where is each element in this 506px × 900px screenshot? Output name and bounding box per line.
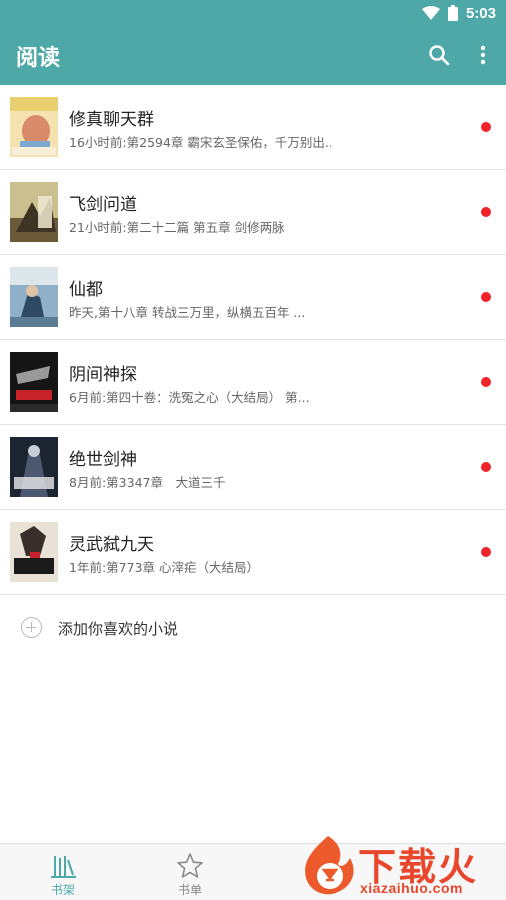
book-latest-chapter: 6月前:第四十卷：洗冤之心（大结局） 第...: [69, 390, 310, 405]
add-circle-icon: [21, 617, 42, 638]
book-cover: [10, 267, 58, 327]
book-latest-chapter: 21小时前:第二十二篇 第五章 剑修两脉: [69, 220, 285, 235]
book-row[interactable]: 绝世剑神 8月前:第3347章 大道三千: [0, 425, 506, 510]
app-title: 阅读: [16, 46, 61, 71]
add-book-label: 添加你喜欢的小说: [58, 620, 179, 638]
battery-icon: [447, 5, 458, 21]
bookshelf-icon: [51, 856, 76, 878]
tab-booklist-label: 书单: [177, 883, 202, 897]
more-vert-icon: [480, 45, 486, 65]
star-icon: [177, 853, 203, 878]
book-row[interactable]: 飞剑问道 21小时前:第二十二篇 第五章 剑修两脉: [0, 170, 506, 255]
book-title: 绝世剑神: [69, 450, 137, 470]
tab-booklist[interactable]: 书单: [127, 844, 253, 900]
book-cover: [10, 522, 58, 582]
unread-indicator: [481, 122, 491, 132]
book-latest-chapter: 16小时前:第2594章 霸宋玄圣保佑，千万别出...: [69, 135, 331, 150]
add-book-button[interactable]: 添加你喜欢的小说: [0, 596, 506, 660]
bookshelf-list: 修真聊天群 16小时前:第2594章 霸宋玄圣保佑，千万别出... 飞剑问道 2…: [0, 85, 506, 595]
search-button[interactable]: [424, 40, 454, 70]
book-row[interactable]: 阴间神探 6月前:第四十卷：洗冤之心（大结局） 第...: [0, 340, 506, 425]
book-title: 仙都: [69, 280, 103, 300]
book-title: 阴间神探: [69, 365, 137, 385]
book-latest-chapter: 1年前:第773章 心滓疟（大结局）: [69, 560, 259, 575]
unread-indicator: [481, 547, 491, 557]
book-cover: [10, 352, 58, 412]
tab-bookshelf[interactable]: 书架: [0, 844, 126, 900]
status-bar: 5:03: [0, 0, 506, 26]
unread-indicator: [481, 207, 491, 217]
book-cover: [10, 97, 58, 157]
unread-indicator: [481, 292, 491, 302]
wifi-icon: [421, 6, 440, 20]
book-cover: [10, 437, 58, 497]
unread-indicator: [481, 377, 491, 387]
more-options-button[interactable]: [468, 40, 498, 70]
status-time: 5:03: [465, 4, 496, 22]
search-icon: [429, 45, 450, 66]
book-latest-chapter: 昨天,第十八章 转战三万里，纵横五百年 ...: [69, 305, 306, 320]
unread-indicator: [481, 462, 491, 472]
watermark-url: xiazaihuo.com: [360, 880, 463, 896]
flame-icon: [305, 836, 354, 895]
book-row[interactable]: 灵武弑九天 1年前:第773章 心滓疟（大结局）: [0, 510, 506, 595]
book-cover: [10, 182, 58, 242]
app-bar: 阅读: [0, 26, 506, 85]
tab-bookshelf-label: 书架: [50, 883, 75, 897]
book-row[interactable]: 修真聊天群 16小时前:第2594章 霸宋玄圣保佑，千万别出...: [0, 85, 506, 170]
watermark-logo: 下载火 xiazaihuo.com: [296, 832, 506, 900]
book-title: 修真聊天群: [69, 110, 154, 130]
book-latest-chapter: 8月前:第3347章 大道三千: [69, 475, 226, 490]
book-row[interactable]: 仙都 昨天,第十八章 转战三万里，纵横五百年 ...: [0, 255, 506, 340]
book-title: 灵武弑九天: [69, 535, 154, 555]
book-title: 飞剑问道: [69, 195, 137, 215]
